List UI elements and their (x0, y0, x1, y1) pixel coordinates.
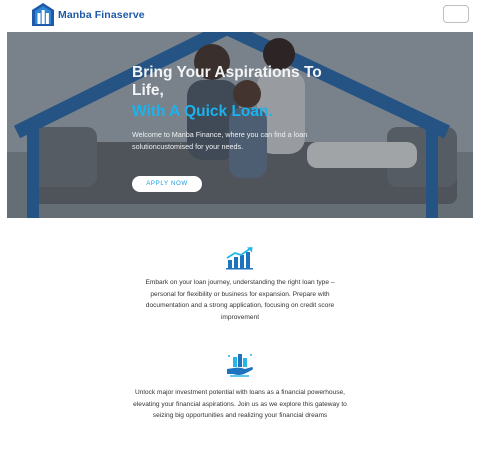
building-logo-icon (32, 3, 54, 26)
hero-content: Bring Your Aspirations To Life, With A Q… (132, 64, 357, 192)
feature-loan-journey: Embark on your loan journey, understandi… (132, 246, 348, 323)
feature-text: Unlock major investment potential with l… (133, 389, 347, 419)
hero-banner: Bring Your Aspirations To Life, With A Q… (7, 32, 473, 218)
growth-chart-icon (226, 247, 253, 270)
hand-with-city-icon (227, 354, 253, 377)
apply-now-button[interactable]: APPLY NOW (132, 176, 202, 192)
brand-logo-link[interactable]: Manba Finaserve (31, 2, 145, 28)
brand-name: Manba Finaserve (58, 9, 145, 21)
feature-text: Embark on your loan journey, understandi… (145, 279, 335, 321)
hero-title: Bring Your Aspirations To Life, (132, 64, 322, 99)
hero-description: Welcome to Manba Finance, where you can … (132, 130, 308, 151)
hero-subtitle: With A Quick Loan. (132, 103, 273, 120)
feature-investment: Unlock major investment potential with l… (132, 352, 348, 422)
navbar: Manba Finaserve (0, 0, 485, 32)
nav-toggle-button[interactable] (443, 5, 469, 23)
